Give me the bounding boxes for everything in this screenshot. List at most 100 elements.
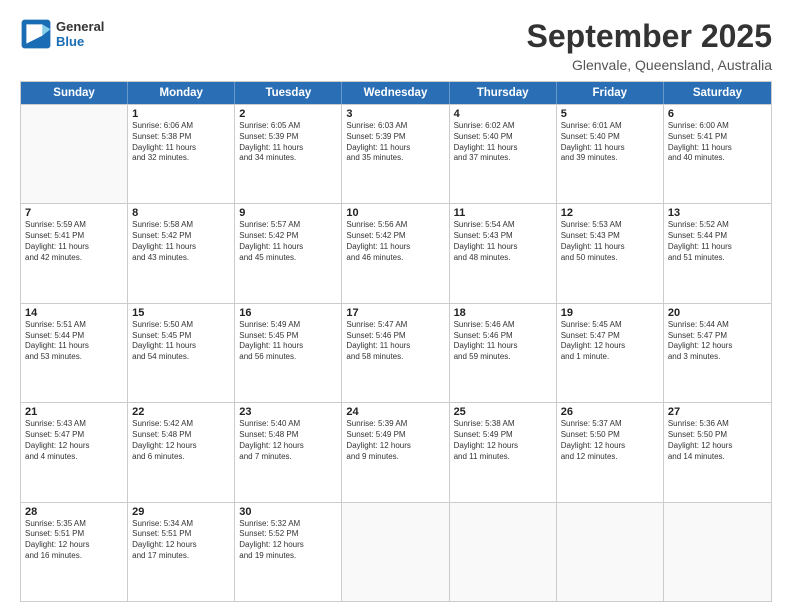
day-cell-16: 16Sunrise: 5:49 AM Sunset: 5:45 PM Dayli… — [235, 304, 342, 402]
day-cell-1: 1Sunrise: 6:06 AM Sunset: 5:38 PM Daylig… — [128, 105, 235, 203]
location-subtitle: Glenvale, Queensland, Australia — [527, 57, 772, 73]
day-number: 18 — [454, 307, 552, 319]
day-info: Sunrise: 6:00 AM Sunset: 5:41 PM Dayligh… — [668, 121, 767, 164]
day-info: Sunrise: 5:47 AM Sunset: 5:46 PM Dayligh… — [346, 320, 444, 363]
weekday-header-thursday: Thursday — [450, 82, 557, 104]
day-number: 10 — [346, 207, 444, 219]
day-info: Sunrise: 5:42 AM Sunset: 5:48 PM Dayligh… — [132, 419, 230, 462]
day-number: 16 — [239, 307, 337, 319]
day-cell-14: 14Sunrise: 5:51 AM Sunset: 5:44 PM Dayli… — [21, 304, 128, 402]
day-cell-4: 4Sunrise: 6:02 AM Sunset: 5:40 PM Daylig… — [450, 105, 557, 203]
day-info: Sunrise: 5:58 AM Sunset: 5:42 PM Dayligh… — [132, 220, 230, 263]
day-cell-6: 6Sunrise: 6:00 AM Sunset: 5:41 PM Daylig… — [664, 105, 771, 203]
day-number: 23 — [239, 406, 337, 418]
empty-cell — [557, 503, 664, 601]
day-info: Sunrise: 5:39 AM Sunset: 5:49 PM Dayligh… — [346, 419, 444, 462]
day-cell-24: 24Sunrise: 5:39 AM Sunset: 5:49 PM Dayli… — [342, 403, 449, 501]
day-cell-23: 23Sunrise: 5:40 AM Sunset: 5:48 PM Dayli… — [235, 403, 342, 501]
day-info: Sunrise: 5:36 AM Sunset: 5:50 PM Dayligh… — [668, 419, 767, 462]
calendar-row-2: 7Sunrise: 5:59 AM Sunset: 5:41 PM Daylig… — [21, 203, 771, 302]
day-cell-13: 13Sunrise: 5:52 AM Sunset: 5:44 PM Dayli… — [664, 204, 771, 302]
day-info: Sunrise: 5:37 AM Sunset: 5:50 PM Dayligh… — [561, 419, 659, 462]
day-number: 30 — [239, 506, 337, 518]
logo-text: General Blue — [56, 19, 104, 49]
calendar: SundayMondayTuesdayWednesdayThursdayFrid… — [20, 81, 772, 602]
day-cell-10: 10Sunrise: 5:56 AM Sunset: 5:42 PM Dayli… — [342, 204, 449, 302]
weekday-header-tuesday: Tuesday — [235, 82, 342, 104]
day-cell-2: 2Sunrise: 6:05 AM Sunset: 5:39 PM Daylig… — [235, 105, 342, 203]
day-number: 24 — [346, 406, 444, 418]
day-cell-18: 18Sunrise: 5:46 AM Sunset: 5:46 PM Dayli… — [450, 304, 557, 402]
day-info: Sunrise: 5:57 AM Sunset: 5:42 PM Dayligh… — [239, 220, 337, 263]
day-number: 13 — [668, 207, 767, 219]
empty-cell — [664, 503, 771, 601]
day-info: Sunrise: 6:06 AM Sunset: 5:38 PM Dayligh… — [132, 121, 230, 164]
day-info: Sunrise: 6:03 AM Sunset: 5:39 PM Dayligh… — [346, 121, 444, 164]
title-block: September 2025 Glenvale, Queensland, Aus… — [527, 18, 772, 73]
day-info: Sunrise: 5:54 AM Sunset: 5:43 PM Dayligh… — [454, 220, 552, 263]
calendar-body: 1Sunrise: 6:06 AM Sunset: 5:38 PM Daylig… — [21, 104, 771, 601]
weekday-header-saturday: Saturday — [664, 82, 771, 104]
day-info: Sunrise: 5:49 AM Sunset: 5:45 PM Dayligh… — [239, 320, 337, 363]
day-info: Sunrise: 5:46 AM Sunset: 5:46 PM Dayligh… — [454, 320, 552, 363]
day-number: 27 — [668, 406, 767, 418]
day-info: Sunrise: 5:45 AM Sunset: 5:47 PM Dayligh… — [561, 320, 659, 363]
empty-cell — [342, 503, 449, 601]
day-number: 25 — [454, 406, 552, 418]
day-cell-9: 9Sunrise: 5:57 AM Sunset: 5:42 PM Daylig… — [235, 204, 342, 302]
day-cell-30: 30Sunrise: 5:32 AM Sunset: 5:52 PM Dayli… — [235, 503, 342, 601]
day-number: 14 — [25, 307, 123, 319]
day-number: 12 — [561, 207, 659, 219]
day-number: 8 — [132, 207, 230, 219]
day-number: 5 — [561, 108, 659, 120]
day-info: Sunrise: 6:05 AM Sunset: 5:39 PM Dayligh… — [239, 121, 337, 164]
day-info: Sunrise: 5:44 AM Sunset: 5:47 PM Dayligh… — [668, 320, 767, 363]
day-number: 4 — [454, 108, 552, 120]
day-info: Sunrise: 5:52 AM Sunset: 5:44 PM Dayligh… — [668, 220, 767, 263]
weekday-header-sunday: Sunday — [21, 82, 128, 104]
calendar-row-3: 14Sunrise: 5:51 AM Sunset: 5:44 PM Dayli… — [21, 303, 771, 402]
day-number: 1 — [132, 108, 230, 120]
day-cell-3: 3Sunrise: 6:03 AM Sunset: 5:39 PM Daylig… — [342, 105, 449, 203]
day-number: 28 — [25, 506, 123, 518]
header: General Blue September 2025 Glenvale, Qu… — [20, 18, 772, 73]
day-cell-11: 11Sunrise: 5:54 AM Sunset: 5:43 PM Dayli… — [450, 204, 557, 302]
weekday-header-monday: Monday — [128, 82, 235, 104]
day-info: Sunrise: 5:32 AM Sunset: 5:52 PM Dayligh… — [239, 519, 337, 562]
day-cell-22: 22Sunrise: 5:42 AM Sunset: 5:48 PM Dayli… — [128, 403, 235, 501]
day-cell-25: 25Sunrise: 5:38 AM Sunset: 5:49 PM Dayli… — [450, 403, 557, 501]
day-cell-27: 27Sunrise: 5:36 AM Sunset: 5:50 PM Dayli… — [664, 403, 771, 501]
calendar-row-5: 28Sunrise: 5:35 AM Sunset: 5:51 PM Dayli… — [21, 502, 771, 601]
empty-cell — [450, 503, 557, 601]
day-number: 17 — [346, 307, 444, 319]
day-number: 3 — [346, 108, 444, 120]
day-info: Sunrise: 5:35 AM Sunset: 5:51 PM Dayligh… — [25, 519, 123, 562]
day-cell-7: 7Sunrise: 5:59 AM Sunset: 5:41 PM Daylig… — [21, 204, 128, 302]
logo-icon — [20, 18, 52, 50]
day-info: Sunrise: 5:51 AM Sunset: 5:44 PM Dayligh… — [25, 320, 123, 363]
day-info: Sunrise: 5:50 AM Sunset: 5:45 PM Dayligh… — [132, 320, 230, 363]
day-number: 7 — [25, 207, 123, 219]
weekday-header-friday: Friday — [557, 82, 664, 104]
calendar-row-4: 21Sunrise: 5:43 AM Sunset: 5:47 PM Dayli… — [21, 402, 771, 501]
day-cell-17: 17Sunrise: 5:47 AM Sunset: 5:46 PM Dayli… — [342, 304, 449, 402]
calendar-header: SundayMondayTuesdayWednesdayThursdayFrid… — [21, 82, 771, 104]
day-number: 26 — [561, 406, 659, 418]
day-cell-15: 15Sunrise: 5:50 AM Sunset: 5:45 PM Dayli… — [128, 304, 235, 402]
day-cell-12: 12Sunrise: 5:53 AM Sunset: 5:43 PM Dayli… — [557, 204, 664, 302]
day-cell-29: 29Sunrise: 5:34 AM Sunset: 5:51 PM Dayli… — [128, 503, 235, 601]
logo: General Blue — [20, 18, 104, 50]
day-cell-19: 19Sunrise: 5:45 AM Sunset: 5:47 PM Dayli… — [557, 304, 664, 402]
day-number: 29 — [132, 506, 230, 518]
page: General Blue September 2025 Glenvale, Qu… — [0, 0, 792, 612]
day-info: Sunrise: 5:56 AM Sunset: 5:42 PM Dayligh… — [346, 220, 444, 263]
day-number: 21 — [25, 406, 123, 418]
calendar-row-1: 1Sunrise: 6:06 AM Sunset: 5:38 PM Daylig… — [21, 104, 771, 203]
day-cell-26: 26Sunrise: 5:37 AM Sunset: 5:50 PM Dayli… — [557, 403, 664, 501]
day-number: 20 — [668, 307, 767, 319]
day-number: 15 — [132, 307, 230, 319]
day-info: Sunrise: 5:38 AM Sunset: 5:49 PM Dayligh… — [454, 419, 552, 462]
day-cell-20: 20Sunrise: 5:44 AM Sunset: 5:47 PM Dayli… — [664, 304, 771, 402]
day-info: Sunrise: 5:34 AM Sunset: 5:51 PM Dayligh… — [132, 519, 230, 562]
weekday-header-wednesday: Wednesday — [342, 82, 449, 104]
